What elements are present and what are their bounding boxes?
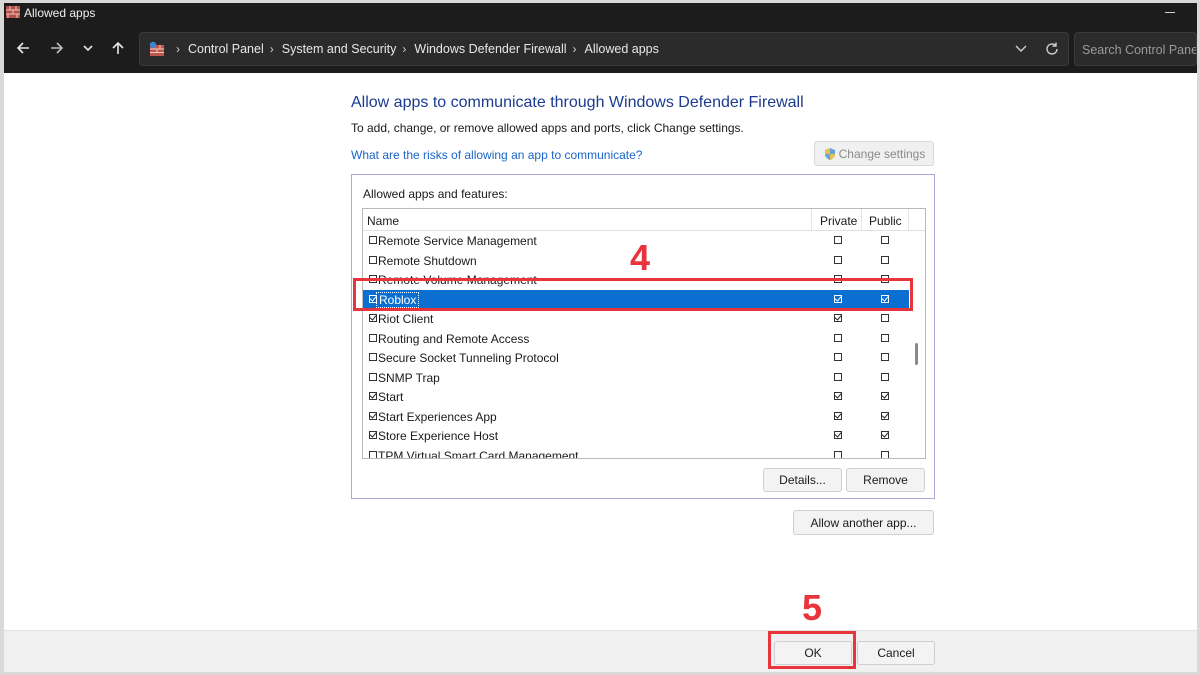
list-item[interactable]: Store Experience Host bbox=[363, 426, 909, 446]
vertical-scrollbar[interactable] bbox=[909, 231, 925, 458]
private-checkbox[interactable] bbox=[834, 411, 842, 420]
breadcrumb-windows-defender-firewall[interactable]: Windows Defender Firewall bbox=[414, 42, 566, 56]
private-checkbox[interactable] bbox=[834, 255, 842, 264]
footer-bar bbox=[4, 630, 1197, 672]
app-name: Start bbox=[378, 390, 404, 404]
app-enabled-checkbox[interactable] bbox=[369, 392, 377, 400]
column-public[interactable]: Public bbox=[861, 209, 909, 231]
title-bar: Allowed apps bbox=[4, 3, 1197, 23]
list-item[interactable]: Riot Client bbox=[363, 309, 909, 329]
breadcrumb-allowed-apps[interactable]: Allowed apps bbox=[585, 42, 659, 56]
search-input[interactable]: Search Control Panel bbox=[1074, 32, 1197, 66]
app-enabled-checkbox[interactable] bbox=[369, 450, 377, 458]
public-checkbox[interactable] bbox=[881, 333, 889, 342]
app-enabled-checkbox[interactable] bbox=[369, 255, 377, 264]
list-item[interactable]: SNMP Trap bbox=[363, 368, 909, 388]
up-button[interactable] bbox=[105, 36, 131, 60]
app-enabled-checkbox[interactable] bbox=[369, 314, 377, 322]
public-checkbox[interactable] bbox=[881, 353, 889, 361]
private-checkbox[interactable] bbox=[834, 431, 842, 439]
app-enabled-checkbox[interactable] bbox=[369, 353, 377, 361]
change-settings-label: Change settings bbox=[838, 146, 926, 161]
app-name: Remote Service Management bbox=[378, 234, 537, 248]
allow-another-app-button[interactable]: Allow another app... bbox=[793, 510, 934, 535]
app-enabled-checkbox[interactable] bbox=[369, 411, 377, 420]
arrow-right-icon bbox=[51, 42, 64, 54]
annotation-highlight-roblox bbox=[353, 278, 913, 311]
app-name: Remote Shutdown bbox=[378, 253, 477, 268]
private-checkbox[interactable] bbox=[834, 392, 842, 400]
annotation-step-5: 5 bbox=[802, 587, 823, 628]
private-checkbox[interactable] bbox=[834, 450, 842, 458]
page-title: Allow apps to communicate through Window… bbox=[351, 94, 804, 111]
app-name: SNMP Trap bbox=[378, 370, 440, 385]
allowed-apps-window: Allowed apps › Control Panel › System an… bbox=[4, 3, 1197, 672]
shield-icon bbox=[824, 147, 835, 160]
app-enabled-checkbox[interactable] bbox=[369, 236, 377, 244]
control-panel-icon bbox=[148, 41, 166, 57]
navigation-bar: › Control Panel › System and Security › … bbox=[4, 23, 1197, 73]
private-checkbox[interactable] bbox=[834, 333, 842, 342]
remove-button[interactable]: Remove bbox=[846, 468, 925, 492]
app-name: TPM Virtual Smart Card Management bbox=[378, 448, 579, 459]
app-enabled-checkbox[interactable] bbox=[369, 372, 377, 381]
breadcrumb-control-panel[interactable]: Control Panel bbox=[188, 42, 264, 56]
app-enabled-checkbox[interactable] bbox=[369, 333, 377, 342]
scrollbar-thumb[interactable] bbox=[915, 343, 918, 365]
details-button[interactable]: Details... bbox=[763, 468, 842, 492]
public-checkbox[interactable] bbox=[881, 431, 889, 439]
refresh-icon[interactable] bbox=[1044, 41, 1060, 57]
column-name[interactable]: Name bbox=[367, 214, 399, 228]
chevron-down-icon bbox=[83, 45, 93, 52]
breadcrumb: › Control Panel › System and Security › … bbox=[176, 42, 659, 56]
page-description: To add, change, or remove allowed apps a… bbox=[351, 121, 744, 135]
list-item[interactable]: Start Experiences App bbox=[363, 407, 909, 427]
arrow-up-icon bbox=[112, 41, 124, 54]
public-checkbox[interactable] bbox=[881, 411, 889, 420]
app-name: Store Experience Host bbox=[378, 429, 499, 443]
minimize-icon[interactable] bbox=[1165, 12, 1175, 13]
list-item[interactable]: Start bbox=[363, 387, 909, 407]
app-name: Riot Client bbox=[378, 312, 434, 326]
window-title: Allowed apps bbox=[24, 6, 96, 20]
breadcrumb-system-and-security[interactable]: System and Security bbox=[282, 42, 397, 56]
list-item[interactable]: Secure Socket Tunneling Protocol bbox=[363, 348, 909, 368]
back-button[interactable] bbox=[10, 36, 36, 60]
app-name: Secure Socket Tunneling Protocol bbox=[378, 351, 559, 365]
cancel-button[interactable]: Cancel bbox=[857, 641, 935, 665]
annotation-step-4: 4 bbox=[630, 237, 651, 278]
recent-locations-button[interactable] bbox=[75, 36, 101, 60]
app-name: Routing and Remote Access bbox=[378, 331, 530, 346]
column-private[interactable]: Private bbox=[811, 209, 861, 231]
allowed-apps-label: Allowed apps and features: bbox=[363, 187, 508, 201]
allowed-apps-group: Allowed apps and features: Name Private … bbox=[351, 174, 935, 499]
public-checkbox[interactable] bbox=[881, 372, 889, 381]
annotation-highlight-ok bbox=[768, 631, 856, 669]
address-bar[interactable]: › Control Panel › System and Security › … bbox=[139, 32, 1069, 66]
app-name: Start Experiences App bbox=[378, 409, 497, 424]
list-header: Name Private Public bbox=[363, 209, 925, 231]
public-checkbox[interactable] bbox=[881, 236, 889, 244]
chevron-down-icon[interactable] bbox=[1014, 41, 1028, 55]
search-placeholder: Search Control Panel bbox=[1082, 43, 1197, 57]
risks-link[interactable]: What are the risks of allowing an app to… bbox=[351, 148, 642, 162]
public-checkbox[interactable] bbox=[881, 392, 889, 400]
list-item[interactable]: Routing and Remote Access bbox=[363, 329, 909, 349]
list-item[interactable]: TPM Virtual Smart Card Management bbox=[363, 446, 909, 459]
public-checkbox[interactable] bbox=[881, 450, 889, 458]
forward-button[interactable] bbox=[44, 36, 70, 60]
change-settings-button[interactable]: Change settings bbox=[814, 141, 934, 166]
public-checkbox[interactable] bbox=[881, 255, 889, 264]
private-checkbox[interactable] bbox=[834, 353, 842, 361]
private-checkbox[interactable] bbox=[834, 372, 842, 381]
arrow-left-icon bbox=[16, 42, 29, 54]
public-checkbox[interactable] bbox=[881, 314, 889, 322]
private-checkbox[interactable] bbox=[834, 236, 842, 244]
firewall-icon bbox=[6, 6, 20, 18]
app-enabled-checkbox[interactable] bbox=[369, 431, 377, 439]
private-checkbox[interactable] bbox=[834, 314, 842, 322]
